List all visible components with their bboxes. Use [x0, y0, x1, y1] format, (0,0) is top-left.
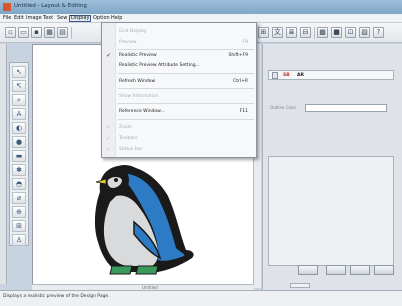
ellipse-tool-icon[interactable]: ●: [12, 136, 26, 148]
panel-button-3[interactable]: [350, 265, 370, 275]
brush-tool-icon[interactable]: ◓: [12, 178, 26, 190]
app-icon[interactable]: [3, 3, 11, 11]
checkmark-icon: ✓: [106, 124, 112, 131]
help-icon[interactable]: ?: [373, 27, 384, 38]
menu-item-preview[interactable]: Preview F9: [102, 38, 256, 47]
open-file-icon[interactable]: ▭: [18, 27, 29, 38]
tab-sb[interactable]: SB: [283, 72, 290, 79]
menu-item-label: Zoom: [119, 125, 132, 130]
menu-item-label: Preview: [119, 40, 137, 45]
menu-item-reference-window[interactable]: Reference Window... F11: [102, 107, 256, 116]
menu-item-label: Grid Display: [119, 29, 147, 34]
stitch-icon[interactable]: ≣: [286, 27, 297, 38]
menu-option[interactable]: Option: [92, 15, 111, 22]
menu-file[interactable]: File: [2, 15, 12, 22]
menu-item-label: Toolbars: [119, 136, 138, 141]
apply-button[interactable]: [298, 265, 318, 275]
text-letter-icon[interactable]: A: [12, 108, 26, 120]
menu-item-toolbars[interactable]: ✓ Toolbars: [102, 134, 256, 143]
text-tool-icon[interactable]: 文: [272, 27, 283, 38]
menu-item-status-bar[interactable]: ✓ Status bar: [102, 145, 256, 154]
menu-item-label: Show Information: [119, 94, 159, 99]
left-dock: [0, 44, 7, 284]
color-palette-icon[interactable]: ■: [331, 27, 342, 38]
eraser-tool-icon[interactable]: ⌀: [12, 192, 26, 204]
menu-item-label: Realistic Preview: [119, 53, 157, 58]
menu-help[interactable]: Help: [110, 15, 123, 22]
menu-item-label: Realistic Preview Attribute Setting...: [119, 63, 200, 68]
point-edit-icon[interactable]: ↸: [12, 80, 26, 92]
menu-image[interactable]: Image: [25, 15, 43, 22]
window-title: Untitled - Layout & Editing: [14, 3, 87, 9]
menu-item-shortcut: F9: [242, 40, 248, 45]
menu-sew[interactable]: Sew: [56, 15, 68, 22]
menu-edit[interactable]: Edit: [13, 15, 25, 22]
menu-item-shortcut: Ctrl+R: [233, 79, 248, 84]
checkmark-icon: ✓: [106, 135, 112, 142]
menu-item-zoom[interactable]: ✓ Zoom: [102, 123, 256, 132]
status-text: Displays a realistic preview of the Desi…: [3, 294, 110, 299]
person-tool-icon[interactable]: ♙: [12, 234, 26, 246]
display-menu-dropdown: Grid Display Preview F9 ✓ Realistic Prev…: [101, 22, 257, 158]
menu-item-label: Reference Window...: [119, 109, 165, 114]
menu-separator: [118, 119, 254, 120]
align-icon[interactable]: ⊞: [258, 27, 269, 38]
menu-item-show-information[interactable]: Show Information: [102, 92, 256, 101]
menu-separator: [118, 103, 254, 104]
pattern-icon[interactable]: ⊟: [300, 27, 311, 38]
panel-button-4[interactable]: [374, 265, 394, 275]
import-icon[interactable]: ▦: [44, 27, 55, 38]
zoom-tool-icon[interactable]: ⌕: [12, 94, 26, 106]
panel-button-2[interactable]: [326, 265, 346, 275]
penguin-foot-left: [109, 265, 133, 275]
menu-item-realistic-preview[interactable]: ✓ Realistic Preview Shift+F9: [102, 51, 256, 60]
menu-item-refresh-window[interactable]: Refresh Window Ctrl+R: [102, 77, 256, 86]
penguin-foot-right: [135, 265, 159, 275]
menu-text[interactable]: Text: [42, 15, 54, 22]
checkmark-icon: ✓: [106, 146, 112, 153]
penguin-illustration[interactable]: [88, 162, 200, 282]
zoom-icon[interactable]: ⊡: [345, 27, 356, 38]
tab-outline-icon[interactable]: [272, 72, 278, 79]
menu-display[interactable]: Display: [69, 15, 92, 22]
save-file-icon[interactable]: ▪: [31, 27, 42, 38]
menu-separator: [118, 49, 254, 50]
panel-status-box: [290, 283, 310, 288]
menu-item-realistic-preview-attribute[interactable]: Realistic Preview Attribute Setting...: [102, 61, 256, 70]
outline-color-label: Outline Color: [270, 105, 297, 110]
menu-item-shortcut: F11: [239, 109, 248, 114]
select-arrow-icon[interactable]: ↖: [12, 66, 26, 78]
hoop-tool-icon[interactable]: ⊞: [12, 220, 26, 232]
penguin-beak: [95, 178, 107, 185]
title-bar: Untitled - Layout & Editing: [0, 0, 402, 14]
menu-item-label: Status bar: [119, 147, 143, 152]
outline-color-select[interactable]: [305, 104, 387, 112]
checkmark-icon: ✓: [106, 52, 112, 59]
toolbar-separator: [71, 27, 72, 39]
panel-tabs: SB AR: [268, 70, 394, 80]
stitch-tool-icon[interactable]: ⊕: [12, 206, 26, 218]
shape-tool-icon[interactable]: ◐: [12, 122, 26, 134]
tool-box: ↖ ↸ ⌕ A ◐ ● ▬ ✱ ◓ ⌀ ⊕ ⊞ ♙: [9, 62, 29, 246]
export-icon[interactable]: ▤: [57, 27, 68, 38]
menu-item-shortcut: Shift+F9: [228, 53, 248, 58]
menu-separator: [118, 73, 254, 74]
menu-item-grid-display[interactable]: Grid Display: [102, 27, 256, 36]
penguin-eye: [114, 178, 118, 182]
toolbar-separator: [314, 27, 315, 39]
color-grid-icon[interactable]: ▩: [317, 27, 328, 38]
rectangle-tool-icon[interactable]: ▬: [12, 150, 26, 162]
attribute-area: [268, 156, 394, 266]
menu-item-label: Refresh Window: [119, 79, 156, 84]
tab-ar[interactable]: AR: [297, 72, 304, 79]
menu-separator: [118, 88, 254, 89]
new-file-icon[interactable]: ▫: [5, 27, 16, 38]
properties-icon[interactable]: ▧: [359, 27, 370, 38]
status-bar: Displays a realistic preview of the Desi…: [0, 290, 402, 306]
stamp-tool-icon[interactable]: ✱: [12, 164, 26, 176]
